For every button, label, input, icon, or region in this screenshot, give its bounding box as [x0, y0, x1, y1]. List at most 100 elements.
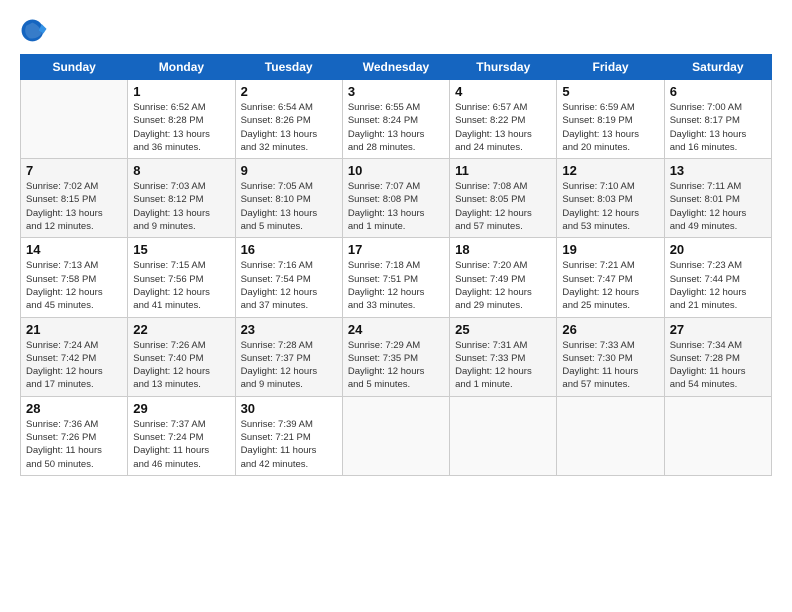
calendar-cell: 25 Sunrise: 7:31 AM Sunset: 7:33 PM Dayli…	[450, 317, 557, 396]
day-number: 1	[133, 84, 229, 99]
logo-icon	[20, 18, 48, 46]
calendar-cell: 10 Sunrise: 7:07 AM Sunset: 8:08 PM Dayli…	[342, 159, 449, 238]
day-number: 18	[455, 242, 551, 257]
calendar-cell: 20 Sunrise: 7:23 AM Sunset: 7:44 PM Dayli…	[664, 238, 771, 317]
day-number: 29	[133, 401, 229, 416]
day-number: 25	[455, 322, 551, 337]
day-info: Sunrise: 7:11 AM Sunset: 8:01 PM Dayligh…	[670, 180, 766, 233]
calendar-cell: 26 Sunrise: 7:33 AM Sunset: 7:30 PM Dayli…	[557, 317, 664, 396]
calendar-cell: 7 Sunrise: 7:02 AM Sunset: 8:15 PM Daylig…	[21, 159, 128, 238]
calendar-cell: 23Sunrise: 7:28 AM Sunset: 7:37 PM Dayli…	[235, 317, 342, 396]
calendar-cell: 15 Sunrise: 7:15 AM Sunset: 7:56 PM Dayli…	[128, 238, 235, 317]
weekday-header: Sunday	[21, 55, 128, 80]
calendar-cell: 9Sunrise: 7:05 AM Sunset: 8:10 PM Daylig…	[235, 159, 342, 238]
day-info: Sunrise: 7:16 AM Sunset: 7:54 PM Dayligh…	[241, 259, 337, 312]
calendar-cell: 18 Sunrise: 7:20 AM Sunset: 7:49 PM Dayli…	[450, 238, 557, 317]
day-number: 27	[670, 322, 766, 337]
day-number: 16	[241, 242, 337, 257]
calendar-header-row: SundayMondayTuesdayWednesdayThursdayFrid…	[21, 55, 772, 80]
day-number: 20	[670, 242, 766, 257]
day-info: Sunrise: 7:26 AM Sunset: 7:40 PM Dayligh…	[133, 339, 229, 392]
day-number: 22	[133, 322, 229, 337]
calendar-cell: 1 Sunrise: 6:52 AM Sunset: 8:28 PM Daylig…	[128, 80, 235, 159]
day-number: 28	[26, 401, 122, 416]
calendar-cell: 2 Sunrise: 6:54 AM Sunset: 8:26 PM Daylig…	[235, 80, 342, 159]
day-info: Sunrise: 7:05 AM Sunset: 8:10 PM Dayligh…	[241, 180, 337, 233]
page: SundayMondayTuesdayWednesdayThursdayFrid…	[0, 0, 792, 490]
calendar-cell: 13Sunrise: 7:11 AM Sunset: 8:01 PM Dayli…	[664, 159, 771, 238]
day-number: 15	[133, 242, 229, 257]
day-info: Sunrise: 7:33 AM Sunset: 7:30 PM Dayligh…	[562, 339, 658, 392]
day-info: Sunrise: 7:18 AM Sunset: 7:51 PM Dayligh…	[348, 259, 444, 312]
calendar-cell: 11 Sunrise: 7:08 AM Sunset: 8:05 PM Dayli…	[450, 159, 557, 238]
calendar-cell: 14 Sunrise: 7:13 AM Sunset: 7:58 PM Dayli…	[21, 238, 128, 317]
weekday-header: Tuesday	[235, 55, 342, 80]
day-info: Sunrise: 6:52 AM Sunset: 8:28 PM Dayligh…	[133, 101, 229, 154]
calendar-cell: 8 Sunrise: 7:03 AM Sunset: 8:12 PM Daylig…	[128, 159, 235, 238]
calendar-cell: 21Sunrise: 7:24 AM Sunset: 7:42 PM Dayli…	[21, 317, 128, 396]
calendar-week-row: 28 Sunrise: 7:36 AM Sunset: 7:26 PM Dayli…	[21, 396, 772, 475]
day-info: Sunrise: 6:55 AM Sunset: 8:24 PM Dayligh…	[348, 101, 444, 154]
calendar-cell	[557, 396, 664, 475]
day-info: Sunrise: 7:34 AM Sunset: 7:28 PM Dayligh…	[670, 339, 766, 392]
day-info: Sunrise: 7:21 AM Sunset: 7:47 PM Dayligh…	[562, 259, 658, 312]
logo	[20, 18, 52, 46]
day-info: Sunrise: 7:31 AM Sunset: 7:33 PM Dayligh…	[455, 339, 551, 392]
day-number: 8	[133, 163, 229, 178]
day-number: 7	[26, 163, 122, 178]
calendar-cell	[664, 396, 771, 475]
calendar-cell: 24 Sunrise: 7:29 AM Sunset: 7:35 PM Dayli…	[342, 317, 449, 396]
day-number: 17	[348, 242, 444, 257]
day-number: 10	[348, 163, 444, 178]
weekday-header: Saturday	[664, 55, 771, 80]
day-number: 6	[670, 84, 766, 99]
calendar-cell	[21, 80, 128, 159]
day-number: 19	[562, 242, 658, 257]
header	[20, 18, 772, 46]
calendar-cell: 19 Sunrise: 7:21 AM Sunset: 7:47 PM Dayli…	[557, 238, 664, 317]
day-number: 26	[562, 322, 658, 337]
calendar-cell: 16 Sunrise: 7:16 AM Sunset: 7:54 PM Dayli…	[235, 238, 342, 317]
day-info: Sunrise: 7:29 AM Sunset: 7:35 PM Dayligh…	[348, 339, 444, 392]
day-number: 24	[348, 322, 444, 337]
calendar-cell: 4 Sunrise: 6:57 AM Sunset: 8:22 PM Daylig…	[450, 80, 557, 159]
calendar-cell: 5Sunrise: 6:59 AM Sunset: 8:19 PM Daylig…	[557, 80, 664, 159]
day-number: 3	[348, 84, 444, 99]
calendar-cell	[342, 396, 449, 475]
day-info: Sunrise: 7:15 AM Sunset: 7:56 PM Dayligh…	[133, 259, 229, 312]
day-number: 4	[455, 84, 551, 99]
calendar-week-row: 21Sunrise: 7:24 AM Sunset: 7:42 PM Dayli…	[21, 317, 772, 396]
day-info: Sunrise: 7:03 AM Sunset: 8:12 PM Dayligh…	[133, 180, 229, 233]
day-info: Sunrise: 7:13 AM Sunset: 7:58 PM Dayligh…	[26, 259, 122, 312]
day-info: Sunrise: 7:28 AM Sunset: 7:37 PM Dayligh…	[241, 339, 337, 392]
day-number: 5	[562, 84, 658, 99]
calendar: SundayMondayTuesdayWednesdayThursdayFrid…	[20, 54, 772, 476]
calendar-week-row: 1 Sunrise: 6:52 AM Sunset: 8:28 PM Daylig…	[21, 80, 772, 159]
calendar-cell: 22 Sunrise: 7:26 AM Sunset: 7:40 PM Dayli…	[128, 317, 235, 396]
day-info: Sunrise: 7:36 AM Sunset: 7:26 PM Dayligh…	[26, 418, 122, 471]
calendar-cell: 28 Sunrise: 7:36 AM Sunset: 7:26 PM Dayli…	[21, 396, 128, 475]
day-info: Sunrise: 7:02 AM Sunset: 8:15 PM Dayligh…	[26, 180, 122, 233]
calendar-cell	[450, 396, 557, 475]
day-info: Sunrise: 6:54 AM Sunset: 8:26 PM Dayligh…	[241, 101, 337, 154]
weekday-header: Thursday	[450, 55, 557, 80]
calendar-cell: 12 Sunrise: 7:10 AM Sunset: 8:03 PM Dayli…	[557, 159, 664, 238]
calendar-cell: 3 Sunrise: 6:55 AM Sunset: 8:24 PM Daylig…	[342, 80, 449, 159]
day-info: Sunrise: 7:37 AM Sunset: 7:24 PM Dayligh…	[133, 418, 229, 471]
day-number: 14	[26, 242, 122, 257]
calendar-week-row: 14 Sunrise: 7:13 AM Sunset: 7:58 PM Dayli…	[21, 238, 772, 317]
day-info: Sunrise: 7:07 AM Sunset: 8:08 PM Dayligh…	[348, 180, 444, 233]
day-number: 12	[562, 163, 658, 178]
day-info: Sunrise: 7:10 AM Sunset: 8:03 PM Dayligh…	[562, 180, 658, 233]
day-info: Sunrise: 7:23 AM Sunset: 7:44 PM Dayligh…	[670, 259, 766, 312]
day-info: Sunrise: 7:20 AM Sunset: 7:49 PM Dayligh…	[455, 259, 551, 312]
calendar-week-row: 7 Sunrise: 7:02 AM Sunset: 8:15 PM Daylig…	[21, 159, 772, 238]
day-number: 11	[455, 163, 551, 178]
day-info: Sunrise: 6:57 AM Sunset: 8:22 PM Dayligh…	[455, 101, 551, 154]
weekday-header: Wednesday	[342, 55, 449, 80]
day-number: 2	[241, 84, 337, 99]
calendar-cell: 30 Sunrise: 7:39 AM Sunset: 7:21 PM Dayli…	[235, 396, 342, 475]
day-number: 30	[241, 401, 337, 416]
day-info: Sunrise: 7:08 AM Sunset: 8:05 PM Dayligh…	[455, 180, 551, 233]
day-info: Sunrise: 7:39 AM Sunset: 7:21 PM Dayligh…	[241, 418, 337, 471]
